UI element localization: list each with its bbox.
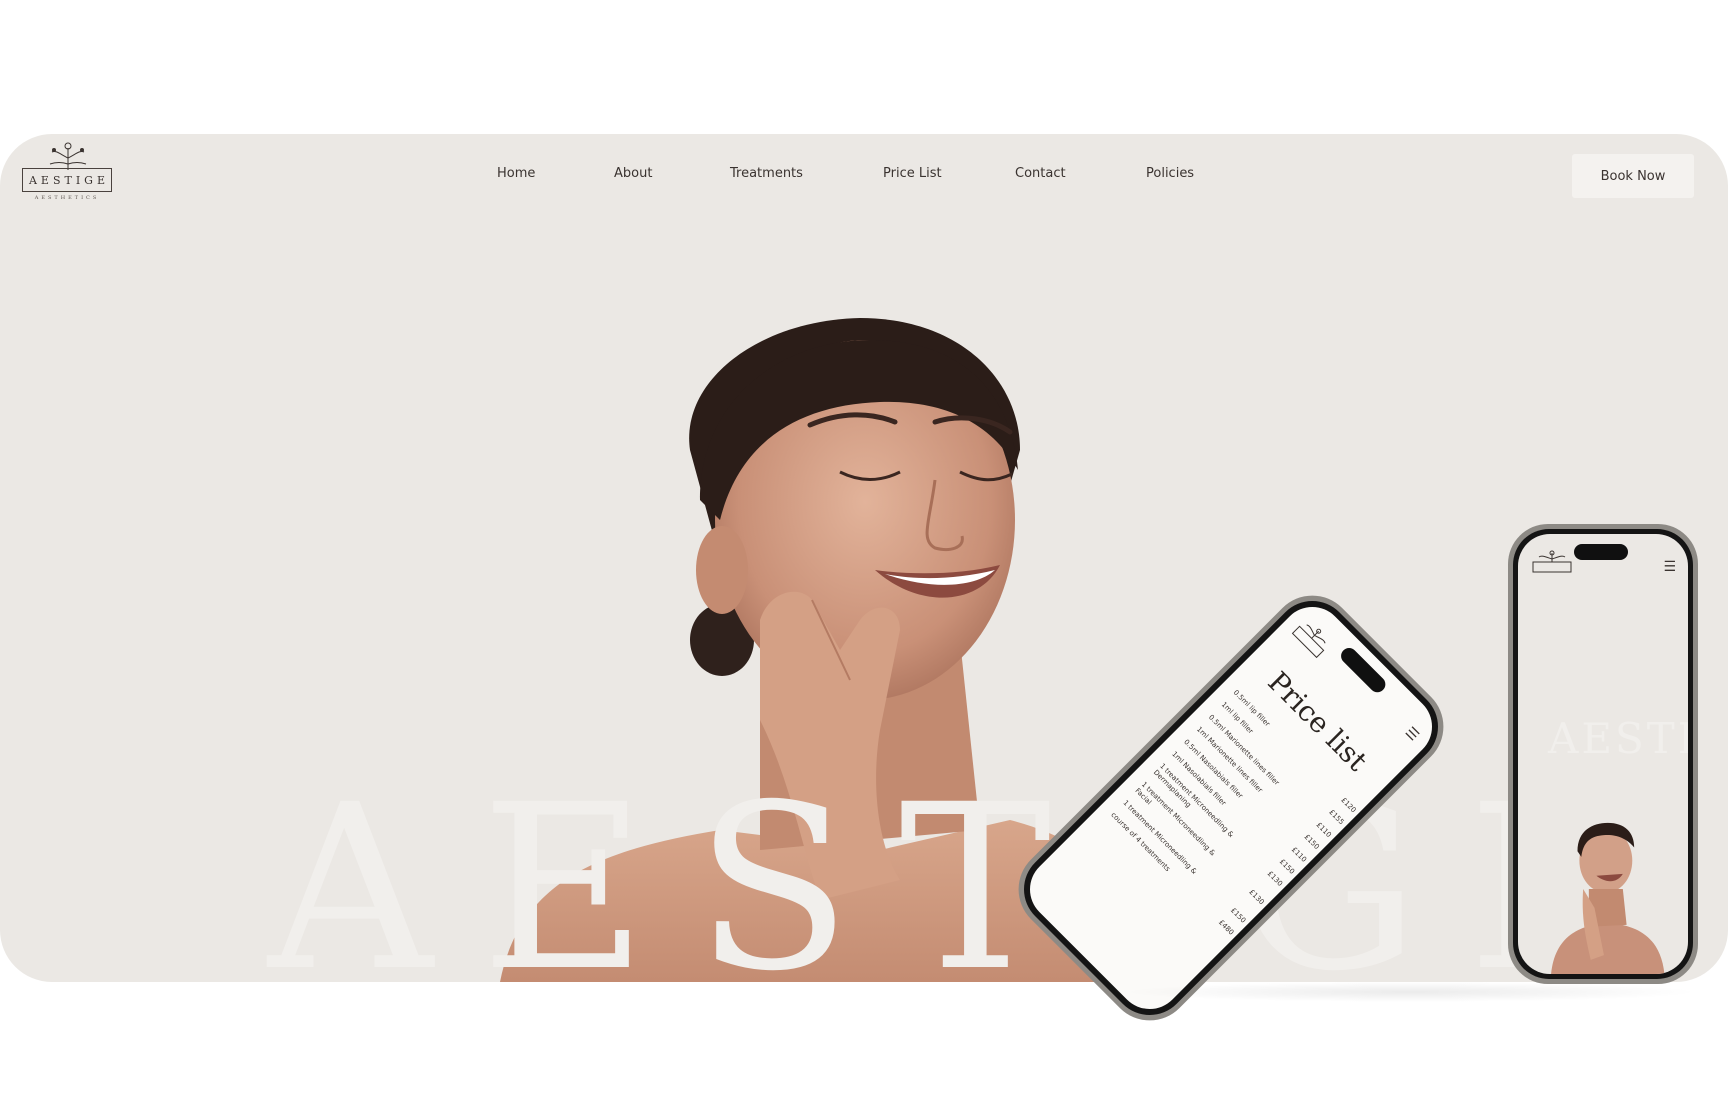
price-item-price: £150 [1277, 857, 1297, 876]
hamburger-icon[interactable]: ☰ [1663, 560, 1676, 574]
main-nav: Home About Treatments Price List Contact… [0, 160, 1728, 190]
dynamic-island [1574, 544, 1628, 560]
price-item-price: £120 [1339, 796, 1358, 815]
phone-mockup-home: ☰ AESTIGE [1508, 524, 1698, 984]
logo-tagline: AESTHETICS [34, 195, 100, 201]
nav-item-home[interactable]: Home [497, 166, 535, 181]
phone-hero-image [1551, 822, 1665, 974]
phone-bezel: ☰ AESTIGE [1513, 529, 1693, 979]
nav-item-about[interactable]: About [614, 166, 652, 181]
price-item-price: £110 [1314, 820, 1333, 839]
phone-logo-icon [1291, 624, 1326, 659]
phone-logo-icon [1532, 550, 1572, 573]
dynamic-island [1337, 644, 1389, 696]
nav-item-policies[interactable]: Policies [1146, 166, 1194, 181]
phone-shadow [1120, 982, 1700, 1002]
nav-item-contact[interactable]: Contact [1015, 166, 1066, 181]
phone-watermark: AESTIGE [1548, 714, 1688, 763]
price-item-price: £110 [1290, 845, 1309, 864]
phone-screen: ☰ AESTIGE [1518, 534, 1688, 974]
price-item-price: £480 [1216, 918, 1236, 937]
price-item-price: £130 [1265, 869, 1284, 889]
price-row: 1 treatment Microneedling & £150 [1121, 799, 1247, 925]
hero-watermark: AESTIGE [268, 755, 1682, 982]
price-item-price: £150 [1229, 906, 1248, 925]
book-now-button[interactable]: Book Now [1572, 154, 1694, 198]
nav-item-price-list[interactable]: Price List [883, 166, 942, 181]
hamburger-icon[interactable]: ☰ [1402, 724, 1422, 744]
price-item-name: 1ml Marionette lines filler [1194, 725, 1264, 795]
price-item-price: £150 [1302, 832, 1321, 852]
hero-section: AESTIGE [0, 134, 1728, 982]
price-item-price: £130 [1247, 888, 1266, 907]
price-item-price: £155 [1327, 808, 1346, 827]
price-item-name: 0.5ml Marionette lines filler [1207, 713, 1281, 787]
nav-item-treatments[interactable]: Treatments [730, 166, 803, 181]
